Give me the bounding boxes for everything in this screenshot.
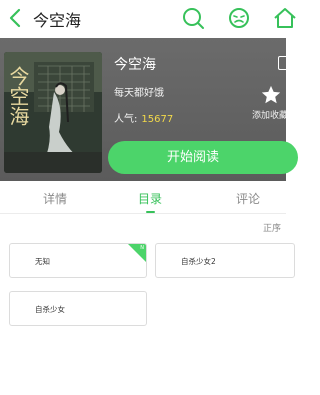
search-icon[interactable] [180,5,206,31]
page-title: 今空海 [33,11,82,30]
chapter-title: 无知 [35,257,50,266]
book-author[interactable]: 每天都好饿 [114,84,164,99]
chapter-item[interactable]: 自杀少女 [9,291,147,326]
chapter-item[interactable]: 自杀少女2 [155,243,295,278]
home-icon[interactable] [272,5,298,31]
popularity-label: 人气: [114,114,138,125]
face-icon[interactable] [226,5,252,31]
sort-order-toggle[interactable]: 正序 [263,221,281,234]
cover-title: 今空海 [6,66,30,126]
start-reading-button[interactable]: 开始阅读 [108,141,298,174]
tab-details[interactable]: 详情 [43,190,67,207]
chapter-title: 自杀少女2 [181,257,216,266]
add-favorite-label[interactable]: 添加收藏 [252,108,286,121]
active-tab-indicator [146,211,155,213]
popularity-value: 15677 [141,114,174,125]
share-icon[interactable] [278,56,286,70]
star-icon[interactable] [260,84,282,106]
book-cover[interactable]: 今空海 [4,52,102,173]
tab-comments[interactable]: 评论 [236,190,260,207]
new-badge-text: N [140,245,144,251]
popularity: 人气: 15677 [114,110,173,125]
back-arrow-icon[interactable] [7,8,23,28]
chapter-item[interactable]: 无知 N [9,243,147,278]
tab-bar: 详情 目录 评论 [0,184,286,214]
tab-catalog[interactable]: 目录 [138,190,162,207]
top-bar: 今空海 [0,0,296,36]
book-title: 今空海 [114,57,156,73]
chapter-title: 自杀少女 [35,305,65,314]
